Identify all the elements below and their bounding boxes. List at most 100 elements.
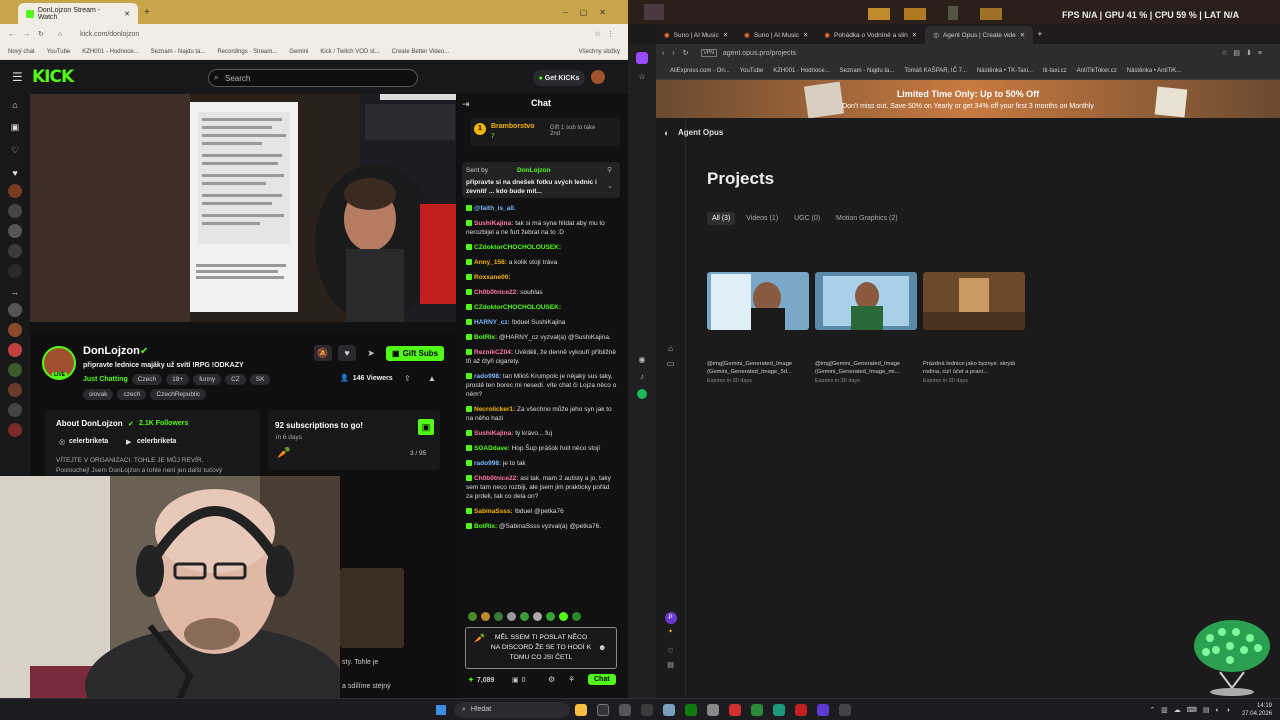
bookmark-item[interactable]: Create Better Video... — [392, 49, 450, 55]
folder-icon[interactable]: ▭ — [656, 359, 685, 368]
nav-arrows-icon[interactable]: ←→↻ — [8, 30, 52, 38]
channel-avatar[interactable] — [8, 343, 22, 357]
bookmark-folder[interactable]: Všechny složky — [579, 49, 620, 55]
app-icon[interactable] — [839, 703, 851, 716]
channel-avatar[interactable] — [8, 363, 22, 377]
channel-avatar[interactable] — [8, 423, 22, 437]
chat-username[interactable]: HARNY_cz: — [474, 319, 510, 326]
extensions-icon[interactable]: ☆⋮ — [595, 30, 620, 38]
messenger-icon[interactable]: ◉ — [628, 355, 656, 364]
goal-gift-icon[interactable]: ▣ — [418, 419, 434, 435]
chat-username[interactable]: CZdoktorCHOCHOLOUSEK: — [474, 304, 561, 311]
app-icon[interactable] — [817, 703, 829, 716]
project-card[interactable]: @img[Gemini_Generated_Image (Gemini_Gene… — [815, 272, 917, 384]
channel-avatar[interactable] — [8, 303, 22, 317]
close-icon[interactable]: ✕ — [803, 31, 808, 39]
bookmark-item[interactable]: tk-taxi.cz — [1043, 68, 1067, 74]
chat-send-button[interactable]: Chat — [588, 674, 616, 685]
emote-icon[interactable] — [520, 612, 529, 621]
chat-username[interactable]: SOADdave: — [474, 445, 510, 452]
heart-icon[interactable]: ♡ — [656, 647, 685, 655]
tag-chip[interactable]: CzechRepublic — [150, 389, 207, 400]
menu-icon[interactable]: ☰ — [12, 70, 23, 84]
app-icon[interactable] — [663, 703, 675, 716]
settings-icon[interactable] — [619, 703, 631, 716]
follow-heart-icon[interactable]: ♥ — [338, 345, 356, 361]
pin-icon[interactable]: ⚲ — [607, 166, 612, 174]
close-icon[interactable]: ✕ — [1020, 31, 1025, 39]
notification-icon[interactable]: 🔕 — [314, 345, 332, 361]
bookmark-item[interactable]: Seznam - Najdu ta... — [840, 68, 895, 74]
chat-username[interactable]: rado998: — [474, 373, 501, 380]
chat-username[interactable]: rado998: — [474, 460, 501, 467]
tag-chip[interactable]: funny — [193, 374, 222, 385]
chat-username[interactable]: Necrolicker1: — [474, 406, 515, 413]
emote-icon[interactable] — [507, 612, 516, 621]
credits-icon[interactable]: ✦ — [656, 628, 685, 635]
chat-username[interactable]: Ch0b0tnice22: — [474, 289, 518, 296]
promo-banner[interactable]: Limited Time Only: Up to 50% Off Don't m… — [656, 80, 1280, 118]
emote-icon[interactable] — [559, 612, 568, 621]
browse-icon[interactable]: ▣ — [0, 122, 30, 133]
bookmark-item[interactable]: YouTube — [740, 68, 764, 74]
taskbar-search[interactable]: ⌕ Hledat — [454, 701, 570, 718]
tag-chip[interactable]: SK — [249, 374, 271, 385]
filter-tab-videos[interactable]: Videos (1) — [741, 212, 783, 225]
url-field[interactable]: kick.com/donlojzon — [80, 31, 139, 38]
spotify-icon[interactable] — [637, 389, 647, 399]
search-input[interactable]: ⌕ Search — [208, 69, 418, 87]
get-kicks-button[interactable]: ● Get KICKs — [533, 70, 585, 86]
video-player[interactable] — [30, 94, 456, 332]
tray-icons[interactable]: ⌃▥☁⌨▤◐◑ — [1149, 706, 1236, 714]
bookmark-item[interactable]: Gemini — [289, 49, 308, 55]
bookmark-item[interactable]: Nový chat — [8, 49, 35, 55]
bookmark-item[interactable]: Tomáš KAŠPAR, IČ 7... — [904, 68, 967, 74]
close-icon[interactable]: ✕ — [723, 31, 728, 39]
chat-username[interactable]: Roxxane00: — [474, 274, 511, 281]
channel-avatar[interactable] — [8, 204, 22, 218]
xbox-icon[interactable] — [685, 703, 697, 716]
chat-username[interactable]: @faith_is_all. — [474, 205, 516, 212]
channel-avatar[interactable] — [8, 224, 22, 238]
home-icon[interactable]: ⌂ — [58, 31, 66, 38]
chat-username[interactable]: SabinaSsss: — [474, 508, 513, 515]
expand-icon[interactable]: ↔ — [0, 288, 30, 297]
chat-username[interactable]: ReznikCZ04: — [474, 349, 513, 356]
windows-start-icon[interactable] — [436, 704, 446, 715]
chat-username[interactable]: CZdoktorCHOCHOLOUSEK: — [474, 244, 561, 251]
emote-icon[interactable] — [572, 612, 581, 621]
chat-username[interactable]: Anny_156: — [474, 259, 507, 266]
channel-avatar[interactable] — [8, 184, 22, 198]
tab-pohadka[interactable]: ◉ Pohádka o Vodníně a slin ✕ — [816, 26, 925, 44]
bookmark-item[interactable]: AliExpress.com - On... — [670, 68, 730, 74]
toolbar-icons[interactable]: ☆▤⬇≡ — [1221, 49, 1268, 57]
emote-icon[interactable] — [468, 612, 477, 621]
favorites-icon[interactable]: ♥ — [0, 168, 30, 178]
chat-username[interactable]: SushiKajina: — [474, 430, 513, 437]
bookmark-item[interactable]: YouTube — [47, 49, 71, 55]
tiktok-icon[interactable]: ♪ — [628, 372, 656, 381]
bookmark-item[interactable]: KZH001 - Hodnoce... — [773, 68, 829, 74]
avatar[interactable] — [591, 70, 605, 84]
bookmark-item[interactable]: Kick / Twitch VOD st... — [320, 49, 379, 55]
report-icon[interactable]: ▲ — [428, 374, 436, 383]
points-display[interactable]: ✦ 7,089 — [468, 676, 494, 685]
filter-tab-motion[interactable]: Motion Graphics (2) — [831, 212, 902, 225]
opera-icon[interactable] — [729, 703, 741, 716]
bookmark-item[interactable]: Nástěnka • TK-Taxi... — [977, 68, 1033, 74]
bookmark-item[interactable]: Recordings · Stream... — [217, 49, 277, 55]
bookmark-item[interactable]: Seznam - Najdu ta... — [151, 49, 206, 55]
app-icon[interactable] — [773, 703, 785, 716]
channel-avatar[interactable] — [8, 323, 22, 337]
url-field[interactable]: agent.opus.pro/projects — [723, 50, 796, 57]
chat-username[interactable]: BotRix: — [474, 523, 497, 530]
bookmark-item[interactable]: KZH001 - Hodnoce... — [82, 49, 138, 55]
home-icon[interactable]: ⌂ — [656, 344, 685, 353]
share-arrow-icon[interactable]: ➤ — [362, 345, 380, 361]
project-card[interactable]: Prázdná lednice jako byznys: skrytá rodi… — [923, 272, 1025, 384]
kicks-balance[interactable]: ▣ 0 — [512, 676, 526, 685]
category-link[interactable]: Just Chatting — [83, 376, 128, 383]
channel-avatar[interactable] — [8, 403, 22, 417]
chevron-down-icon[interactable]: ⌄ — [607, 182, 613, 190]
chrome-icon[interactable] — [751, 703, 763, 716]
